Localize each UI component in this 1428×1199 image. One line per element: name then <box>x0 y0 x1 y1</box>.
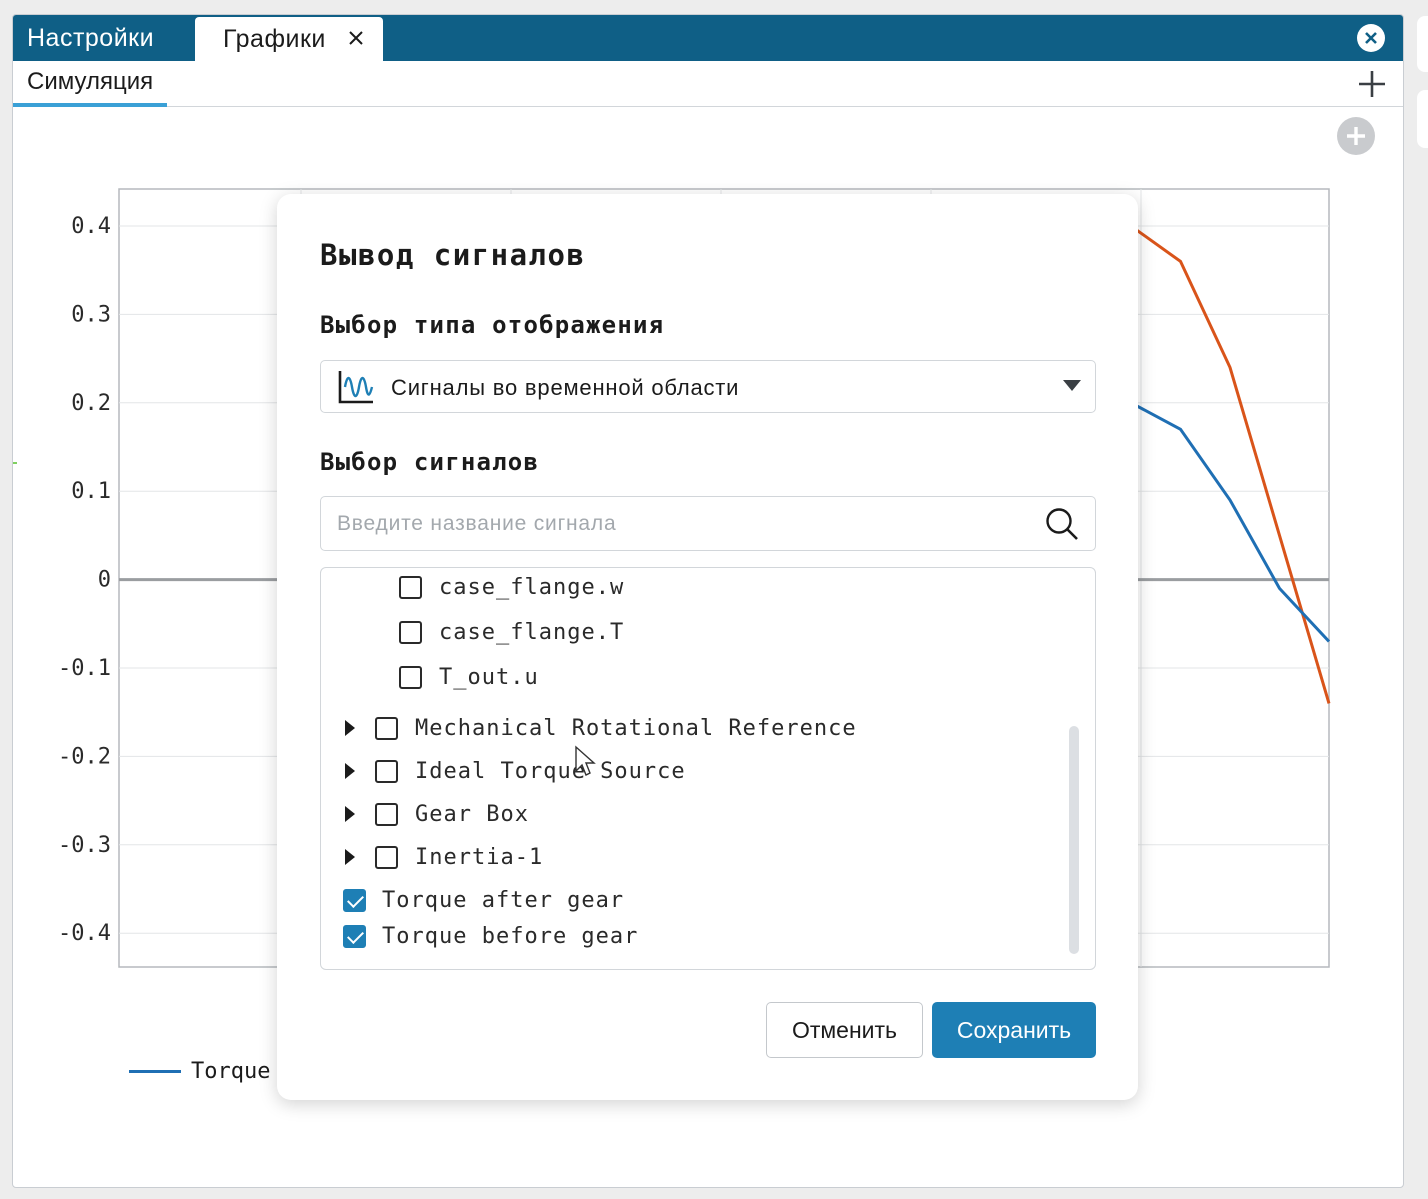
tree-node-ideal-torque-source[interactable]: Ideal Torque Source <box>345 755 686 787</box>
expand-arrow-icon[interactable] <box>345 849 355 865</box>
signal-label: Torque after gear <box>382 887 625 913</box>
signal-item-t-out-u[interactable]: T_out.u <box>399 661 539 693</box>
signal-label: Ideal Torque Source <box>415 758 686 784</box>
signal-checkbox[interactable] <box>399 620 422 644</box>
y-tick-label: -0.2 <box>58 744 111 769</box>
legend-swatch <box>129 1070 181 1073</box>
signal-search-box <box>320 496 1096 551</box>
signal-label: case_flange.w <box>439 574 625 600</box>
signal-item-torque-after-gear[interactable]: Torque after gear <box>343 884 624 916</box>
save-button[interactable]: Сохранить <box>932 1002 1096 1058</box>
legend-label: Torque <box>191 1059 271 1084</box>
subtab-bar: Симуляция <box>13 61 1403 107</box>
close-tab-icon[interactable] <box>343 25 369 51</box>
side-card-bottom <box>1417 90 1428 148</box>
y-tick-label: -0.3 <box>58 833 111 858</box>
expand-arrow-icon[interactable] <box>345 806 355 822</box>
signals-label: Выбор сигналов <box>320 448 540 476</box>
tab-simulation-label: Симуляция <box>27 68 154 95</box>
y-tick-label: 0 <box>98 568 111 593</box>
tab-simulation[interactable]: Симуляция <box>13 61 168 107</box>
chevron-down-icon <box>1063 380 1081 391</box>
tree-node-inertia-1[interactable]: Inertia-1 <box>345 841 543 873</box>
signal-label: Mechanical Rotational Reference <box>415 715 857 741</box>
signal-checkbox-checked[interactable] <box>343 924 366 948</box>
signal-checkbox-checked[interactable] <box>343 888 366 912</box>
signal-checkbox[interactable] <box>375 716 398 740</box>
add-plot-circle-icon[interactable] <box>1337 117 1375 155</box>
display-type-select[interactable]: Сигналы во временной области <box>320 360 1096 413</box>
tree-node-mechanical-rotational-reference[interactable]: Mechanical Rotational Reference <box>345 712 857 744</box>
tab-graphs[interactable]: Графики <box>195 17 383 61</box>
signal-label: case_flange.T <box>439 619 625 645</box>
side-card-top <box>1417 16 1428 72</box>
signal-search-input[interactable] <box>335 507 1025 541</box>
display-type-value: Сигналы во временной области <box>391 375 740 400</box>
search-icon[interactable] <box>1045 507 1079 541</box>
plot-legend: Torque <box>129 1059 270 1084</box>
y-tick-label: 0.4 <box>71 214 111 239</box>
y-tick-label: 0.2 <box>71 391 111 416</box>
y-tick-label: 0.1 <box>71 479 111 504</box>
signal-label: T_out.u <box>439 664 539 690</box>
y-tick-label: -0.4 <box>58 921 111 946</box>
display-type-label: Выбор типа отображения <box>320 311 665 339</box>
signal-item-case-flange-t[interactable]: case_flange.T <box>399 616 624 648</box>
time-signal-icon <box>338 371 374 404</box>
tab-settings[interactable]: Настройки <box>27 15 154 61</box>
cancel-button[interactable]: Отменить <box>766 1002 923 1058</box>
signal-label: Inertia-1 <box>415 844 544 870</box>
signal-item-case-flange-w[interactable]: case_flange.w <box>399 571 624 603</box>
list-scrollbar[interactable] <box>1069 726 1079 954</box>
close-window-icon[interactable] <box>1357 24 1385 52</box>
mouse-pointer-icon <box>575 745 596 776</box>
tab-bar: Настройки Графики <box>13 15 1403 61</box>
signal-output-dialog: Вывод сигналов Выбор типа отображения Си… <box>277 194 1138 1100</box>
dialog-title: Вывод сигналов <box>320 238 586 272</box>
signal-label: Torque before gear <box>382 923 639 949</box>
signal-tree: case_flange.w case_flange.T T_out.u Mech… <box>320 567 1096 970</box>
add-tab-plus-icon[interactable] <box>1357 69 1387 99</box>
signal-item-torque-before-gear[interactable]: Torque before gear <box>343 920 638 952</box>
signal-checkbox[interactable] <box>375 845 398 869</box>
signal-checkbox[interactable] <box>375 759 398 783</box>
expand-arrow-icon[interactable] <box>345 720 355 736</box>
y-tick-label: 0.3 <box>71 302 111 327</box>
signal-label: Gear Box <box>415 801 529 827</box>
signal-checkbox[interactable] <box>399 665 422 689</box>
signal-checkbox[interactable] <box>375 802 398 826</box>
signal-checkbox[interactable] <box>399 575 422 599</box>
expand-arrow-icon[interactable] <box>345 763 355 779</box>
y-tick-label: -0.1 <box>58 656 111 681</box>
tab-settings-label: Настройки <box>27 23 155 52</box>
tab-graphs-label: Графики <box>223 24 326 53</box>
tree-node-gear-box[interactable]: Gear Box <box>345 798 529 830</box>
